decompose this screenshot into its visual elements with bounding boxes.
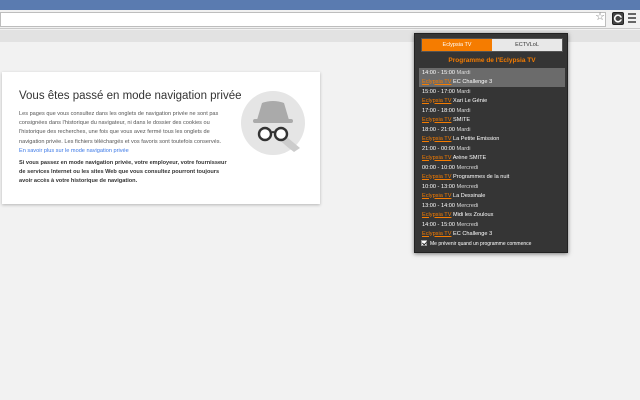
- programme-title: Programme de l'Eclypsia TV: [448, 57, 536, 64]
- programme-time: 13:00 - 14:00: [422, 203, 455, 209]
- programme-time: 14:00 - 15:00: [422, 70, 455, 76]
- programme-day: Mercredi: [456, 222, 479, 228]
- learn-more-link[interactable]: En savoir plus sur le mode navigation pr…: [19, 148, 129, 154]
- programme-day: Mardi: [456, 108, 471, 114]
- address-bar[interactable]: [0, 12, 606, 27]
- incognito-card: Vous êtes passé en mode navigation privé…: [2, 72, 320, 204]
- programme-list: 14:00 - 15:00 Mardi Eclypsia TV EC Chall…: [419, 68, 565, 239]
- programme-day: Mardi: [456, 146, 471, 152]
- programme-item: 10:00 - 13:00 Mercredi Eclypsia TV La De…: [419, 182, 565, 201]
- channel-link[interactable]: Eclypsia TV: [422, 231, 451, 237]
- programme-show: EC Challenge 3: [453, 78, 493, 85]
- programme-time: 14:00 - 15:00: [422, 222, 455, 228]
- programme-day: Mercredi: [456, 165, 479, 171]
- programme-item: 18:00 - 21:00 Mardi Eclypsia TV La Petit…: [419, 125, 565, 144]
- channel-link[interactable]: Eclypsia TV: [422, 136, 451, 142]
- programme-item: 17:00 - 18:00 Mardi Eclypsia TV SMITE: [419, 106, 565, 125]
- channel-link[interactable]: Eclypsia TV: [422, 193, 451, 199]
- channel-link[interactable]: Eclypsia TV: [422, 79, 451, 85]
- programme-item: 13:00 - 14:00 Mercredi Eclypsia TV Midi …: [419, 201, 565, 220]
- eclypsia-extension-icon[interactable]: [612, 12, 624, 25]
- channel-link[interactable]: Eclypsia TV: [422, 174, 451, 180]
- tab-ectvlol[interactable]: ECTVLoL: [492, 39, 562, 51]
- notify-checkbox[interactable]: [421, 239, 427, 246]
- incognito-description: Les pages que vous consultez dans les on…: [19, 110, 225, 156]
- channel-link[interactable]: Eclypsia TV: [422, 155, 451, 161]
- programme-show: SMITE: [453, 116, 471, 123]
- programme-time: 15:00 - 17:00: [422, 89, 455, 95]
- programme-time: 00:00 - 10:00: [422, 165, 455, 171]
- incognito-title: Vous êtes passé en mode navigation privé…: [19, 90, 242, 102]
- programme-item: 00:00 - 10:00 Mercredi Eclypsia TV Progr…: [419, 163, 565, 182]
- programme-item: 15:00 - 17:00 Mardi Eclypsia TV Xari Le …: [419, 87, 565, 106]
- channel-link[interactable]: Eclypsia TV: [422, 117, 451, 123]
- programme-day: Mercredi: [456, 203, 479, 209]
- programme-time: 21:00 - 00:00: [422, 146, 455, 152]
- programme-show: Xari Le Génie: [453, 97, 488, 104]
- incognito-spy-icon: [240, 90, 306, 156]
- programme-show: Midi les Zouloux: [453, 211, 494, 218]
- programme-item: 21:00 - 00:00 Mardi Eclypsia TV Arène SM…: [419, 144, 565, 163]
- browser-toolbar: ☆: [0, 10, 640, 29]
- star-icon[interactable]: ☆: [594, 11, 606, 23]
- programme-time: 17:00 - 18:00: [422, 108, 455, 114]
- programme-time: 10:00 - 13:00: [422, 184, 455, 190]
- tab-eclypsia-tv[interactable]: Eclypsia TV: [422, 39, 492, 51]
- programme-time: 18:00 - 21:00: [422, 127, 455, 133]
- programme-day: Mardi: [456, 127, 471, 133]
- programme-show: La Petite Emission: [453, 135, 500, 142]
- programme-item: 14:00 - 15:00 Mardi Eclypsia TV EC Chall…: [419, 68, 565, 87]
- eclypsia-popup: Eclypsia TV ECTVLoL Programme de l'Eclyp…: [414, 33, 568, 253]
- channel-tabs: Eclypsia TV ECTVLoL: [421, 38, 563, 52]
- programme-day: Mardi: [456, 70, 471, 76]
- hamburger-menu-icon[interactable]: [628, 13, 636, 23]
- programme-show: La Dessinale: [453, 192, 486, 199]
- programme-show: Programmes de la nuit: [453, 173, 510, 180]
- notify-label: Me prévenir quand un programme commence: [430, 241, 532, 247]
- window-frame: [0, 0, 640, 10]
- incognito-warning: Si vous passez en mode navigation privée…: [19, 160, 227, 185]
- channel-link[interactable]: Eclypsia TV: [422, 98, 451, 104]
- programme-day: Mercredi: [456, 184, 479, 190]
- channel-link[interactable]: Eclypsia TV: [422, 212, 451, 218]
- notify-option: Me prévenir quand un programme commence: [421, 239, 563, 250]
- programme-day: Mardi: [456, 89, 471, 95]
- incognito-paragraph-1: Les pages que vous consultez dans les on…: [19, 111, 222, 145]
- programme-item: 14:00 - 15:00 Mercredi Eclypsia TV EC Ch…: [419, 220, 565, 239]
- programme-show: Arène SMITE: [452, 154, 487, 161]
- programme-show: EC Challenge 3: [453, 230, 493, 237]
